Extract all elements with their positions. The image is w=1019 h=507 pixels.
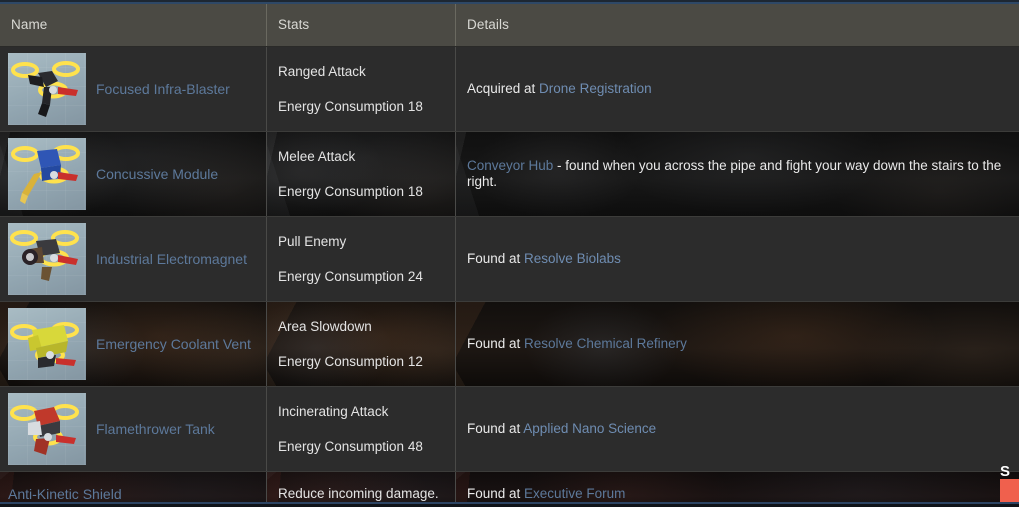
item-name-link[interactable]: Concussive Module — [96, 166, 218, 182]
stats-cell: Area Slowdown Energy Consumption 12 — [266, 301, 456, 387]
stat-line: Pull Enemy — [278, 233, 347, 249]
table-row: Industrial Electromagnet Pull Enemy Ener… — [0, 216, 1019, 302]
details-location-link[interactable]: Executive Forum — [524, 486, 625, 501]
details-location-link[interactable]: Drone Registration — [539, 81, 652, 96]
stat-line: Energy Consumption 24 — [278, 269, 423, 284]
column-header-stats[interactable]: Stats — [266, 4, 456, 47]
drone-coolant-vent-icon — [8, 308, 86, 380]
stat-line: Ranged Attack — [278, 63, 366, 79]
drone-modules-table: Name Stats Details Focused Infra-Blaster… — [0, 4, 1019, 507]
corner-overlay-letter: S — [999, 463, 1010, 480]
table-header: Name Stats Details — [0, 4, 1019, 47]
details-location-link[interactable]: Conveyor Hub — [467, 158, 553, 173]
drone-concussive-module-icon — [8, 138, 86, 210]
stat-line: Energy Consumption 48 — [278, 439, 423, 454]
table-row: Focused Infra-Blaster Ranged Attack Ener… — [0, 46, 1019, 132]
stat-line: Energy Consumption 12 — [278, 354, 423, 369]
drone-electromagnet-icon — [8, 223, 86, 295]
stats-cell: Ranged Attack Energy Consumption 18 — [266, 46, 456, 132]
details-location-link[interactable]: Resolve Biolabs — [524, 251, 621, 266]
column-header-name[interactable]: Name — [0, 4, 267, 47]
item-name-link[interactable]: Flamethrower Tank — [96, 421, 215, 437]
item-name-link[interactable]: Focused Infra-Blaster — [96, 81, 230, 97]
details-prefix: Found at — [467, 336, 525, 352]
table-row: Concussive Module Melee Attack Energy Co… — [0, 131, 1019, 217]
stats-cell: Melee Attack Energy Consumption 18 — [266, 131, 456, 217]
name-cell: Industrial Electromagnet — [0, 216, 267, 302]
stat-line: Incinerating Attack — [278, 403, 389, 419]
item-name-link[interactable]: Anti-Kinetic Shield — [8, 486, 122, 502]
details-location-link[interactable]: Applied Nano Science — [523, 421, 656, 436]
details-location-link[interactable]: Resolve Chemical Refinery — [524, 336, 687, 351]
details-cell: Found at Applied Nano Science — [455, 386, 1019, 472]
corner-accent-chip[interactable] — [1000, 479, 1019, 502]
name-cell: Focused Infra-Blaster — [0, 46, 267, 132]
table-row: Emergency Coolant Vent Area Slowdown Ene… — [0, 301, 1019, 387]
details-cell: Acquired at Drone Registration — [455, 46, 1019, 132]
name-cell: Flamethrower Tank — [0, 386, 267, 472]
details-prefix: Found at — [467, 486, 525, 502]
drone-flamethrower-tank-icon — [8, 393, 86, 465]
details-prefix: Found at — [467, 421, 524, 437]
stat-line: Energy Consumption 18 — [278, 99, 423, 114]
details-cell: Found at Resolve Chemical Refinery — [455, 301, 1019, 387]
details-cell: Found at Resolve Biolabs — [455, 216, 1019, 302]
table-header-row: Name Stats Details — [0, 4, 1019, 47]
stat-line: Energy Consumption 18 — [278, 184, 423, 199]
details-prefix: Acquired at — [467, 81, 540, 97]
table-row: Flamethrower Tank Incinerating Attack En… — [0, 386, 1019, 472]
item-name-link[interactable]: Industrial Electromagnet — [96, 251, 247, 267]
stat-line: Reduce incoming damage. — [278, 486, 439, 502]
name-cell: Emergency Coolant Vent — [0, 301, 267, 387]
details-prefix: Found at — [467, 251, 525, 267]
stat-line: Area Slowdown — [278, 318, 372, 334]
wiki-item-table-page: Name Stats Details Focused Infra-Blaster… — [0, 0, 1019, 507]
item-name-link[interactable]: Emergency Coolant Vent — [96, 336, 251, 352]
window-bottom-accent-line — [0, 502, 1019, 504]
stat-line: Melee Attack — [278, 148, 356, 164]
column-header-details[interactable]: Details — [455, 4, 1019, 47]
table-body: Focused Infra-Blaster Ranged Attack Ener… — [0, 46, 1019, 507]
stats-cell: Incinerating Attack Energy Consumption 4… — [266, 386, 456, 472]
name-cell: Concussive Module — [0, 131, 267, 217]
stats-cell: Pull Enemy Energy Consumption 24 — [266, 216, 456, 302]
drone-infra-blaster-icon — [8, 53, 86, 125]
details-cell: Conveyor Hub - found when you across the… — [455, 131, 1019, 217]
